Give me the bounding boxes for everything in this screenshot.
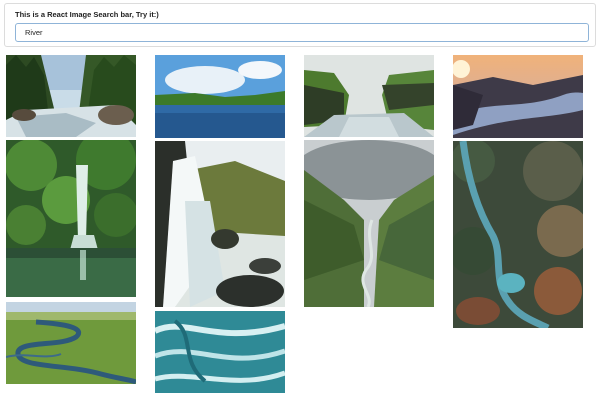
- image-canyon-river[interactable]: [453, 141, 583, 328]
- image-rushing-water[interactable]: [155, 311, 285, 393]
- search-input[interactable]: [15, 23, 589, 42]
- image-rock-waterfall[interactable]: [155, 141, 285, 307]
- forest-waterfall-image: [6, 140, 136, 297]
- image-sunset-lake[interactable]: [453, 55, 583, 138]
- blue-lake-image: [155, 55, 285, 138]
- image-forest-waterfall[interactable]: [6, 140, 136, 297]
- rushing-water-image: [155, 311, 285, 393]
- search-card: This is a React Image Search bar, Try it…: [4, 3, 596, 47]
- aerial-river-plain-image: [6, 302, 136, 384]
- misty-valley-image: [304, 140, 434, 307]
- image-cliff-river[interactable]: [304, 55, 434, 137]
- image-aerial-river-plain[interactable]: [6, 302, 136, 384]
- cliff-river-image: [304, 55, 434, 137]
- image-forest-river[interactable]: [6, 55, 136, 137]
- image-misty-valley[interactable]: [304, 140, 434, 307]
- forest-river-image: [6, 55, 136, 137]
- image-blue-lake[interactable]: [155, 55, 285, 138]
- canyon-river-image: [453, 141, 583, 328]
- sunset-lake-image: [453, 55, 583, 138]
- rock-waterfall-image: [155, 141, 285, 307]
- search-label: This is a React Image Search bar, Try it…: [15, 10, 159, 19]
